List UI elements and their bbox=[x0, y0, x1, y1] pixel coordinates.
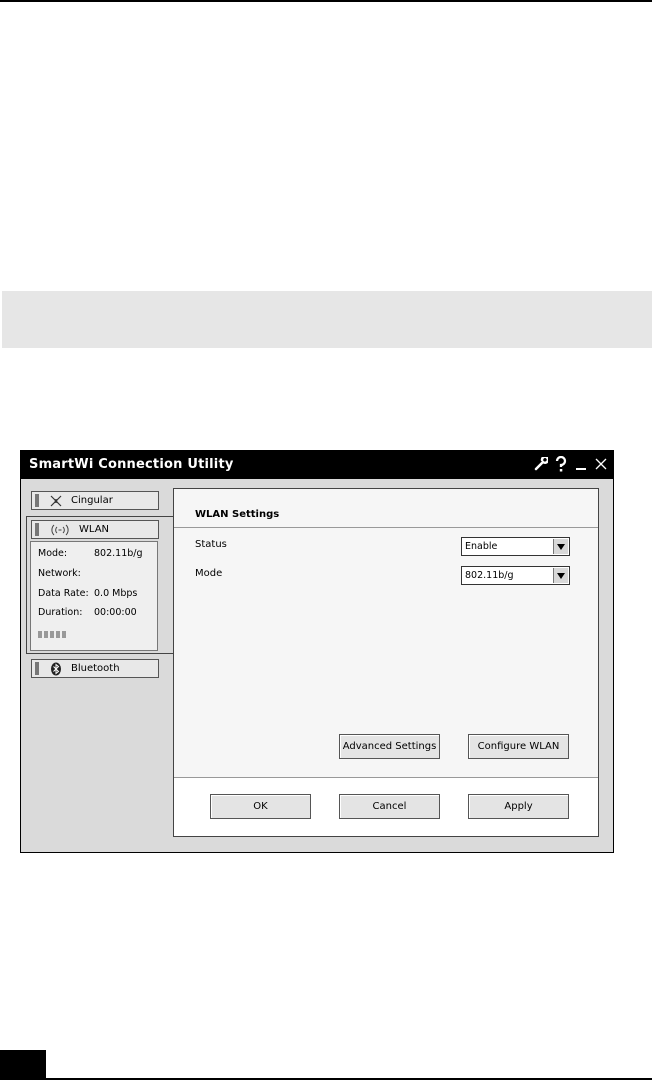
close-icon[interactable] bbox=[593, 455, 609, 473]
advanced-settings-button[interactable]: Advanced Settings bbox=[339, 734, 440, 759]
apply-button[interactable]: Apply bbox=[468, 794, 569, 819]
status-select[interactable]: Enable bbox=[461, 537, 570, 556]
item-indicator bbox=[35, 523, 39, 536]
sidebar-item-label: WLAN bbox=[79, 524, 110, 535]
title-controls bbox=[533, 455, 609, 473]
help-icon[interactable] bbox=[553, 455, 569, 473]
wrench-icon[interactable] bbox=[533, 455, 549, 473]
dropdown-arrow-icon[interactable] bbox=[553, 568, 568, 583]
status-field-label: Status bbox=[195, 539, 227, 550]
signal-bar bbox=[38, 631, 42, 638]
signal-bar bbox=[62, 631, 66, 638]
settings-panel: WLAN Settings Status Enable Mode 802.11b… bbox=[173, 488, 599, 837]
app-window: SmartWi Connection Utility Cingular WLAN… bbox=[20, 450, 614, 853]
ok-button[interactable]: OK bbox=[210, 794, 311, 819]
status-mode-value: 802.11b/g bbox=[94, 548, 143, 559]
wlan-status-panel: Mode: 802.11b/g Network: Data Rate: 0.0 … bbox=[30, 541, 158, 651]
cellular-icon bbox=[49, 494, 63, 508]
sidebar-item-cingular[interactable]: Cingular bbox=[31, 491, 159, 510]
item-indicator bbox=[35, 494, 39, 507]
sidebar-item-label: Bluetooth bbox=[71, 663, 120, 674]
item-indicator bbox=[35, 662, 39, 675]
status-duration-row: Duration: 00:00:00 bbox=[38, 607, 137, 618]
window-title: SmartWi Connection Utility bbox=[29, 457, 234, 472]
page-number-tab bbox=[0, 1050, 46, 1078]
gray-band bbox=[2, 291, 652, 348]
status-mode-row: Mode: 802.11b/g bbox=[38, 548, 143, 559]
status-rate-label: Data Rate: bbox=[38, 588, 89, 599]
mode-select-value: 802.11b/g bbox=[465, 570, 514, 581]
dropdown-arrow-icon[interactable] bbox=[553, 539, 568, 554]
status-rate-value: 0.0 Mbps bbox=[94, 588, 138, 599]
signal-bar bbox=[44, 631, 48, 638]
wifi-icon bbox=[49, 523, 71, 537]
signal-strength-meter bbox=[38, 631, 66, 638]
mode-select[interactable]: 802.11b/g bbox=[461, 566, 570, 585]
status-select-value: Enable bbox=[465, 541, 498, 552]
status-mode-label: Mode: bbox=[38, 548, 68, 559]
section-title: WLAN Settings bbox=[195, 509, 280, 520]
section-divider bbox=[174, 527, 598, 528]
configure-wlan-button[interactable]: Configure WLAN bbox=[468, 734, 569, 759]
status-duration-label: Duration: bbox=[38, 607, 83, 618]
bluetooth-icon bbox=[49, 662, 63, 676]
minimize-icon[interactable] bbox=[573, 455, 589, 473]
mode-field-label: Mode bbox=[195, 568, 223, 579]
signal-bar bbox=[50, 631, 54, 638]
sidebar-item-label: Cingular bbox=[71, 495, 113, 506]
top-rule bbox=[0, 0, 652, 2]
status-network-row: Network: bbox=[38, 568, 94, 579]
sidebar-item-wlan[interactable]: WLAN bbox=[31, 520, 159, 539]
status-rate-row: Data Rate: 0.0 Mbps bbox=[38, 588, 137, 599]
signal-bar bbox=[56, 631, 60, 638]
status-network-label: Network: bbox=[38, 568, 81, 579]
sidebar-item-bluetooth[interactable]: Bluetooth bbox=[31, 659, 159, 678]
bottom-rule bbox=[0, 1078, 652, 1080]
cancel-button[interactable]: Cancel bbox=[339, 794, 440, 819]
status-duration-value: 00:00:00 bbox=[94, 607, 137, 618]
title-bar: SmartWi Connection Utility bbox=[21, 451, 613, 479]
